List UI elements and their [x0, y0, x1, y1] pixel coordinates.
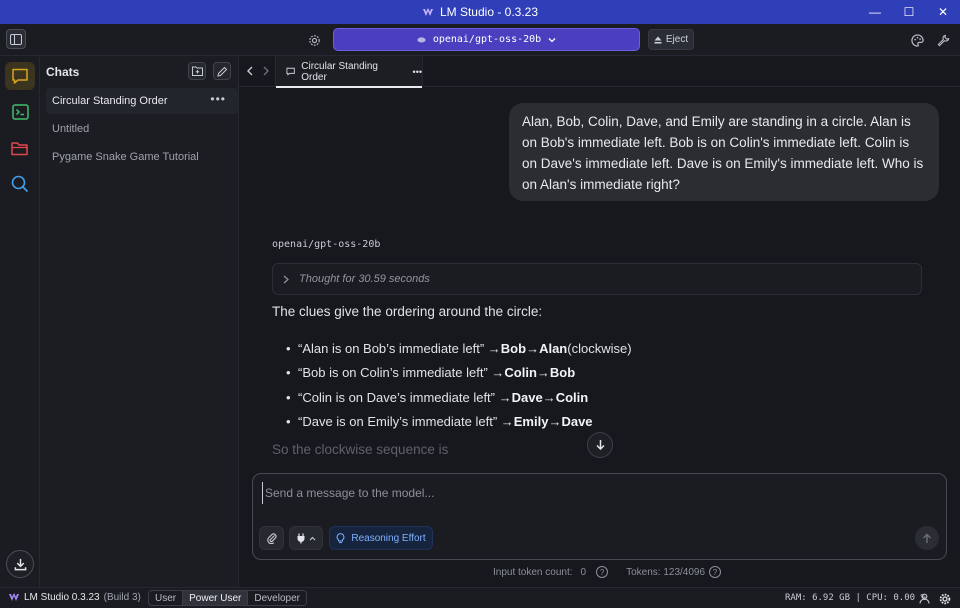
list-item: “Dave is on Emily’s immediate left” → Em… — [286, 410, 632, 435]
chat-item-circular-standing-order[interactable]: Circular Standing Order ••• — [46, 88, 238, 114]
rail-developer-button[interactable] — [5, 98, 35, 126]
close-button[interactable]: ✕ — [926, 0, 960, 24]
downloads-button[interactable] — [6, 550, 34, 578]
chat-item-label: Pygame Snake Game Tutorial — [52, 151, 199, 163]
eject-button[interactable]: Eject — [648, 29, 694, 50]
help-icon[interactable]: ? — [709, 566, 722, 578]
chat-item-label: Untitled — [52, 123, 90, 135]
app-settings-button[interactable] — [938, 592, 951, 605]
toolbar: openai/gpt-oss-20b Eject — [0, 24, 960, 56]
token-usage: Tokens: 123/4096 — [626, 566, 706, 578]
edit-pencil-icon — [216, 66, 227, 77]
settings-gear-button[interactable] — [306, 32, 322, 48]
window-title: LM Studio - 0.3.23 — [422, 5, 538, 19]
gear-icon — [939, 593, 950, 604]
eject-icon — [654, 36, 662, 43]
tab-circular-standing-order[interactable]: Circular Standing Order ••• — [275, 56, 423, 88]
chat-item-untitled[interactable]: Untitled — [46, 116, 238, 142]
send-button[interactable] — [915, 526, 939, 550]
system-stats: RAM: 6.92 GB | CPU: 0.00 % — [785, 593, 926, 603]
faded-answer-text: So the clockwise sequence is — [272, 442, 449, 457]
message-composer: Reasoning Effort — [252, 473, 947, 560]
thought-expander[interactable]: Thought for 30.59 seconds — [272, 263, 922, 295]
rail-discover-button[interactable] — [5, 170, 35, 198]
sidebar-panel-icon — [10, 33, 22, 45]
new-chat-button[interactable] — [213, 62, 231, 80]
search-icon — [11, 175, 29, 193]
user-message-bubble: Alan, Bob, Colin, Dave, and Emily are st… — [509, 103, 939, 201]
tab-more-button[interactable]: ••• — [413, 67, 422, 77]
help-icon[interactable]: ? — [596, 566, 609, 578]
theme-button[interactable] — [909, 32, 925, 48]
chevron-up-icon — [309, 536, 316, 540]
chat-item-pygame-snake[interactable]: Pygame Snake Game Tutorial — [46, 144, 238, 170]
lmstudio-logo-icon — [9, 593, 19, 601]
tab-label: Circular Standing Order — [301, 60, 378, 83]
rail-chat-button[interactable] — [5, 62, 35, 90]
mode-switcher: User Power User Developer — [148, 590, 307, 606]
maximize-button[interactable]: ☐ — [892, 0, 926, 24]
attach-file-button[interactable] — [259, 526, 284, 550]
chevron-right-icon — [283, 275, 289, 283]
model-cloud-icon — [417, 37, 426, 43]
wrench-icon — [937, 34, 949, 46]
window-controls: — ☐ ✕ — [858, 0, 960, 24]
left-rail — [0, 56, 40, 587]
forward-button[interactable] — [259, 64, 273, 78]
user-icon — [919, 593, 930, 604]
new-folder-button[interactable] — [188, 62, 206, 80]
mode-power-user[interactable]: Power User — [183, 591, 249, 605]
paperclip-icon — [266, 533, 277, 544]
gear-icon — [308, 34, 320, 46]
tab-bar: Circular Standing Order ••• — [239, 56, 960, 88]
model-selector[interactable]: openai/gpt-oss-20b — [333, 28, 640, 51]
mode-user[interactable]: User — [149, 591, 184, 605]
model-name: openai/gpt-oss-20b — [432, 34, 542, 45]
download-icon — [14, 558, 26, 570]
lightbulb-icon — [336, 532, 345, 543]
thought-label: Thought for 30.59 seconds — [299, 273, 430, 285]
sidebar-toggle-button[interactable] — [6, 29, 26, 49]
minimize-button[interactable]: — — [858, 0, 892, 24]
title-bar: LM Studio - 0.3.23 — ☐ ✕ — [0, 0, 960, 24]
list-item: “Bob is on Colin’s immediate left” → Col… — [286, 361, 632, 386]
scroll-to-bottom-button[interactable] — [587, 432, 613, 458]
chevron-down-icon — [548, 37, 556, 42]
token-info: Input token count: 0 ? Tokens: 123/4096 … — [493, 566, 722, 578]
list-item: “Alan is on Bob’s immediate left” → Bob … — [286, 336, 632, 361]
folder-plus-icon — [191, 66, 203, 76]
reasoning-effort-button[interactable]: Reasoning Effort — [329, 526, 433, 550]
chats-sidebar: Chats Circular Standing Order ••• Untitl… — [40, 56, 239, 587]
rail-models-button[interactable] — [5, 134, 35, 162]
app-version: LM Studio 0.3.23 (Build 3) — [8, 592, 141, 603]
folder-icon — [11, 141, 28, 155]
chat-tab-icon — [286, 67, 295, 76]
input-token-label: Input token count: — [493, 566, 573, 578]
answer-bullet-list: “Alan is on Bob’s immediate left” → Bob … — [286, 336, 632, 434]
lmstudio-logo-icon — [422, 7, 433, 16]
chat-bubble-icon — [12, 68, 28, 84]
answer-intro-text: The clues give the ordering around the c… — [272, 304, 543, 319]
arrow-down-icon — [595, 440, 605, 451]
mode-developer[interactable]: Developer — [248, 591, 306, 605]
chevron-right-icon — [263, 66, 269, 76]
palette-icon — [910, 33, 924, 47]
tools-button[interactable] — [935, 32, 951, 48]
assistant-model-label: openai/gpt-oss-20b — [272, 239, 381, 250]
chevron-left-icon — [247, 66, 253, 76]
reasoning-effort-label: Reasoning Effort — [351, 532, 426, 544]
chats-heading: Chats — [46, 65, 80, 79]
terminal-icon — [11, 104, 29, 120]
plug-icon — [297, 533, 305, 543]
back-button[interactable] — [243, 64, 257, 78]
user-profile-button[interactable] — [918, 592, 931, 605]
chat-item-label: Circular Standing Order — [52, 95, 168, 107]
list-item: “Colin is on Dave’s immediate left” → Da… — [286, 385, 632, 410]
chat-more-button[interactable]: ••• — [210, 92, 226, 106]
plugins-button[interactable] — [289, 526, 323, 550]
status-bar: LM Studio 0.3.23 (Build 3) User Power Us… — [0, 587, 960, 608]
input-token-value: 0 — [580, 566, 587, 578]
arrow-up-icon — [923, 533, 931, 543]
message-input[interactable] — [262, 482, 932, 504]
